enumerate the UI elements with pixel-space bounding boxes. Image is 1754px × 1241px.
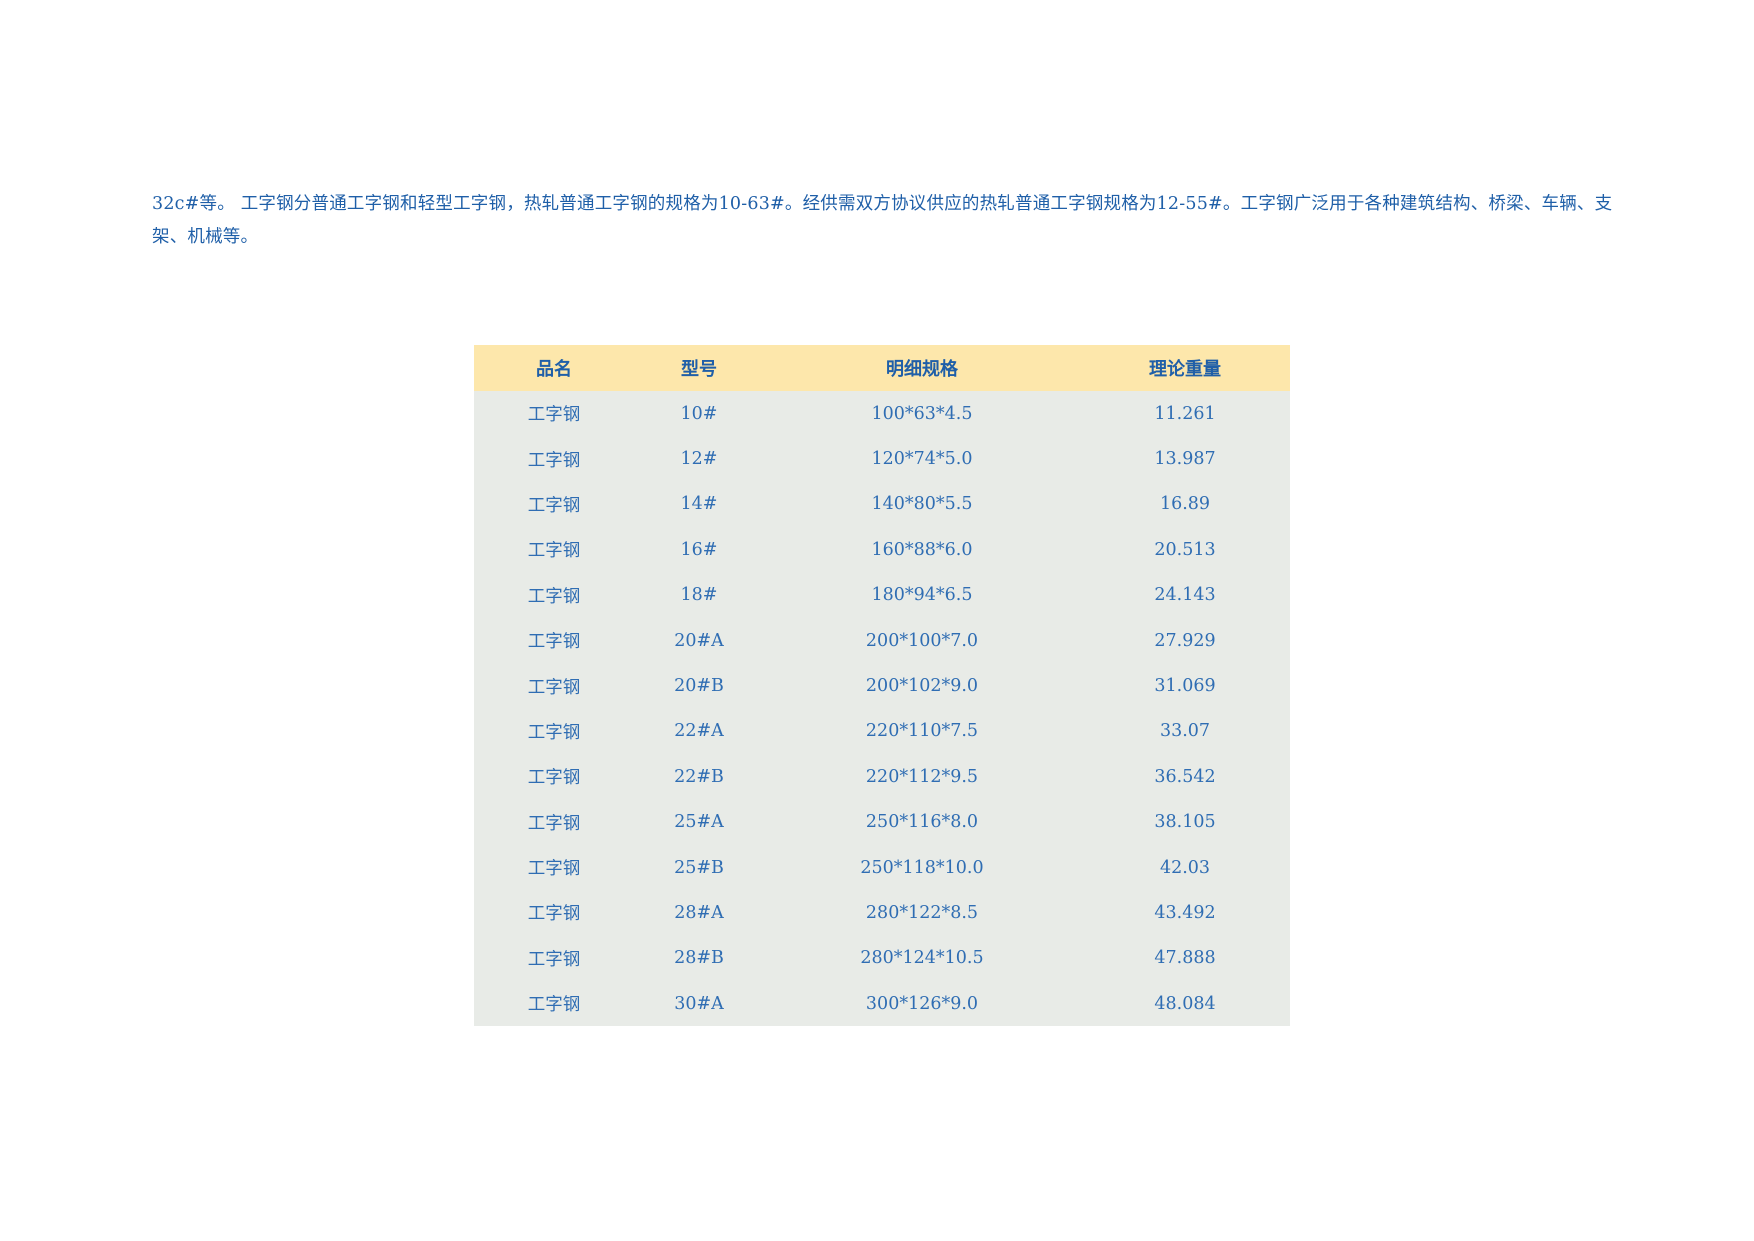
header-model: 型号: [681, 359, 717, 380]
cell-theoretical-weight: 43.492: [1154, 902, 1216, 923]
cell-theoretical-weight: 13.987: [1154, 449, 1216, 470]
cell-theoretical-weight: 38.105: [1154, 812, 1216, 833]
table-row: 工字钢 30#A 300*126*9.0 48.084: [474, 981, 1290, 1027]
cell-specification: 250*118*10.0: [860, 857, 984, 878]
cell-model: 16#: [680, 539, 718, 560]
cell-model: 18#: [680, 585, 718, 606]
cell-model: 14#: [680, 494, 718, 515]
cell-theoretical-weight: 36.542: [1154, 766, 1216, 787]
cell-theoretical-weight: 20.513: [1154, 539, 1216, 560]
cell-theoretical-weight: 33.07: [1159, 721, 1211, 742]
table-row: 工字钢 20#A 200*100*7.0 27.929: [474, 617, 1290, 664]
cell-theoretical-weight: 42.03: [1159, 857, 1211, 878]
table-row: 工字钢 25#B 250*118*10.0 42.03: [474, 844, 1290, 891]
table-row: 工字钢 14# 140*80*5.5 16.89: [474, 481, 1290, 528]
cell-product-name: 工字钢: [527, 904, 581, 925]
header-specification: 明细规格: [886, 359, 958, 380]
cell-theoretical-weight: 11.261: [1154, 403, 1216, 424]
cell-model: 25#B: [674, 857, 724, 878]
cell-specification: 280*122*8.5: [865, 902, 979, 923]
cell-specification: 100*63*4.5: [871, 403, 973, 424]
cell-product-name: 工字钢: [527, 722, 581, 743]
cell-specification: 200*102*9.0: [865, 676, 979, 697]
cell-product-name: 工字钢: [527, 859, 581, 880]
cell-model: 20#B: [674, 676, 724, 697]
cell-model: 22#B: [674, 766, 724, 787]
cell-specification: 280*124*10.5: [860, 948, 984, 969]
cell-product-name: 工字钢: [527, 677, 581, 698]
cell-specification: 220*110*7.5: [865, 721, 979, 742]
cell-specification: 300*126*9.0: [865, 993, 979, 1014]
table-body: 工字钢 10# 100*63*4.5 11.261 工字钢 12# 120*74*5.0 13…: [474, 391, 1290, 1027]
table-row: 工字钢 20#B 200*102*9.0 31.069: [474, 663, 1290, 709]
cell-specification: 220*112*9.5: [865, 766, 979, 787]
cell-theoretical-weight: 48.084: [1154, 993, 1216, 1014]
cell-model: 22#A: [674, 721, 724, 742]
cell-model: 30#A: [674, 993, 724, 1014]
cell-specification: 180*94*6.5: [871, 585, 973, 606]
cell-model: 28#B: [674, 948, 724, 969]
cell-model: 25#A: [674, 812, 724, 833]
table-row: 工字钢 22#A 220*110*7.5 33.07: [474, 708, 1290, 755]
cell-theoretical-weight: 24.143: [1154, 585, 1216, 606]
cell-theoretical-weight: 47.888: [1154, 948, 1216, 969]
cell-product-name: 工字钢: [527, 405, 581, 426]
cell-model: 12#: [680, 449, 718, 470]
table-row: 工字钢 28#B 280*124*10.5 47.888: [474, 935, 1290, 982]
cell-theoretical-weight: 31.069: [1154, 676, 1216, 697]
cell-product-name: 工字钢: [527, 632, 581, 653]
header-theoretical-weight: 理论重量: [1149, 359, 1221, 380]
cell-theoretical-weight: 27.929: [1154, 630, 1216, 651]
cell-product-name: 工字钢: [527, 813, 581, 834]
header-product-name: 品名: [536, 359, 572, 380]
table-row: 工字钢 22#B 220*112*9.5 36.542: [474, 754, 1290, 800]
cell-specification: 120*74*5.0: [871, 449, 973, 470]
cell-specification: 160*88*6.0: [871, 539, 973, 560]
cell-product-name: 工字钢: [527, 586, 581, 607]
cell-product-name: 工字钢: [527, 541, 581, 562]
cell-model: 10#: [680, 403, 718, 424]
table-row: 工字钢 10# 100*63*4.5 11.261: [474, 391, 1290, 437]
cell-product-name: 工字钢: [527, 995, 581, 1016]
table-row: 工字钢 25#A 250*116*8.0 38.105: [474, 799, 1290, 845]
cell-theoretical-weight: 16.89: [1159, 494, 1211, 515]
table-row: 工字钢 16# 160*88*6.0 20.513: [474, 527, 1290, 573]
table-row: 工字钢 18# 180*94*6.5 24.143: [474, 572, 1290, 618]
steel-spec-table: 品名 型号 明细规格 理论重量 工字钢 10# 100*63*4.5 11.261 工字…: [474, 345, 1290, 1027]
cell-specification: 140*80*5.5: [871, 494, 973, 515]
table-header-row: 品名 型号 明细规格 理论重量: [474, 345, 1290, 391]
cell-specification: 200*100*7.0: [865, 630, 979, 651]
cell-specification: 250*116*8.0: [865, 812, 979, 833]
cell-product-name: 工字钢: [527, 768, 581, 789]
table-row: 工字钢 28#A 280*122*8.5 43.492: [474, 890, 1290, 936]
intro-paragraph: 32c#等。 工字钢分普通工字钢和轻型工字钢，热轧普通工字钢的规格为10-63#…: [152, 194, 1613, 247]
cell-product-name: 工字钢: [527, 495, 581, 516]
cell-model: 20#A: [674, 630, 724, 651]
cell-product-name: 工字钢: [527, 450, 581, 471]
cell-model: 28#A: [674, 902, 724, 923]
table-row: 工字钢 12# 120*74*5.0 13.987: [474, 436, 1290, 482]
cell-product-name: 工字钢: [527, 949, 581, 970]
